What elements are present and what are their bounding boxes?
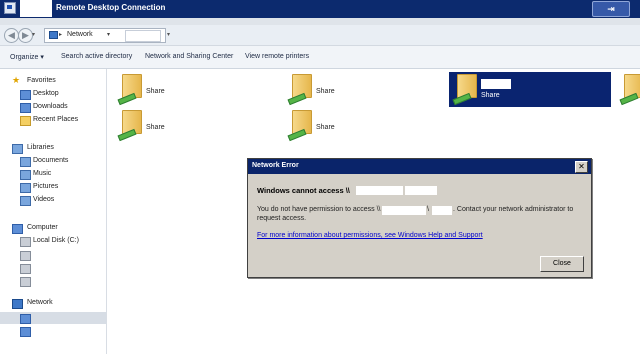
sidebar-item-pictures[interactable]: Pictures [33, 183, 58, 190]
sidebar-item-libraries[interactable]: Libraries [27, 144, 54, 151]
share-folder[interactable]: Share [114, 72, 184, 112]
forward-arrow-icon: ▶ [22, 30, 29, 40]
network-share-icon [287, 128, 307, 142]
back-button[interactable]: ◀ [4, 28, 19, 43]
network-sharing-center-button[interactable]: Network and Sharing Center [145, 53, 233, 60]
redacted-block [125, 30, 161, 42]
share-folder[interactable]: Share [284, 108, 354, 148]
redacted-block [432, 206, 452, 215]
recent-places-icon [20, 116, 31, 126]
network-error-dialog: Network Error ✕ Windows cannot access \\… [247, 158, 592, 278]
dialog-message-continued: . Contact your network administrator to [453, 206, 574, 213]
computer-icon [12, 224, 23, 234]
share-folder[interactable]: Share [114, 108, 184, 148]
search-active-directory-button[interactable]: Search active directory [61, 53, 132, 60]
view-remote-printers-button[interactable]: View remote printers [245, 53, 309, 60]
share-label: Share [146, 88, 165, 95]
network-icon [12, 299, 23, 309]
dialog-title-bar: Network Error ✕ [248, 159, 591, 174]
address-bar: ◀ ▶ ▾ ▸ Network ▾ ▾ [0, 25, 640, 46]
title-strip [0, 18, 640, 25]
organize-label: Organize [10, 54, 39, 61]
network-icon [49, 31, 58, 39]
close-button[interactable]: Close [540, 256, 584, 272]
network-drive-icon[interactable] [20, 251, 31, 261]
remote-desktop-title-bar: Remote Desktop Connection ⇥ [0, 0, 640, 18]
share-folder[interactable]: Share [284, 72, 354, 112]
recent-pages-dropdown[interactable]: ▾ [32, 31, 35, 38]
desktop-icon [20, 90, 31, 100]
local-disk-icon [20, 237, 31, 247]
redacted-block [382, 206, 426, 215]
breadcrumb-network[interactable]: Network [67, 31, 93, 38]
dialog-heading: Windows cannot access \\ [257, 186, 350, 195]
breadcrumb-dropdown-icon[interactable]: ▾ [107, 31, 110, 38]
sidebar-item-computer[interactable]: Computer [27, 224, 58, 231]
share-folder[interactable] [618, 72, 640, 112]
sidebar-item-videos[interactable]: Videos [33, 196, 54, 203]
sidebar-item-documents[interactable]: Documents [33, 157, 68, 164]
sidebar-item-desktop[interactable]: Desktop [33, 90, 59, 97]
dialog-title: Network Error [252, 162, 299, 169]
network-share-icon [452, 92, 472, 106]
sidebar-item-recent-places[interactable]: Recent Places [33, 116, 78, 123]
redacted-block [20, 0, 52, 17]
share-folder-selected[interactable]: Share [449, 72, 611, 107]
back-arrow-icon: ◀ [8, 30, 15, 40]
music-icon [20, 170, 31, 180]
forward-button[interactable]: ▶ [18, 28, 33, 43]
chevron-down-icon: ▾ [40, 54, 44, 61]
address-input[interactable]: ▸ Network ▾ [44, 28, 166, 43]
libraries-icon [12, 144, 23, 154]
sidebar-item-network[interactable]: Network [27, 299, 53, 306]
share-label: Share [481, 92, 500, 99]
window-title: Remote Desktop Connection [56, 3, 166, 12]
favorites-star-icon: ★ [12, 75, 21, 85]
network-share-icon [117, 92, 137, 106]
command-toolbar: Organize ▾ Search active directory Netwo… [0, 46, 640, 69]
network-drive-icon[interactable] [20, 264, 31, 274]
redacted-block [405, 186, 437, 195]
network-share-icon [619, 92, 639, 106]
videos-icon [20, 196, 31, 206]
restore-icon: ⇥ [607, 4, 615, 14]
dialog-message-separator: \ [427, 206, 429, 213]
remote-desktop-app-icon[interactable] [4, 2, 16, 14]
navigation-pane: ★ Favorites Desktop Downloads Recent Pla… [0, 69, 107, 354]
close-icon: ✕ [578, 162, 585, 171]
address-dropdown-icon[interactable]: ▾ [167, 31, 170, 38]
dialog-message-line2: request access. [257, 215, 307, 222]
dialog-message: You do not have permission to access \\ [257, 206, 381, 213]
sidebar-item-selected-computer[interactable] [0, 312, 106, 324]
share-label: Share [316, 124, 335, 131]
sidebar-item-downloads[interactable]: Downloads [33, 103, 68, 110]
redacted-block [356, 186, 403, 195]
help-permissions-link[interactable]: For more information about permissions, … [257, 232, 483, 239]
restore-window-button[interactable]: ⇥ [592, 1, 630, 17]
redacted-block [481, 79, 511, 89]
computer-icon[interactable] [20, 327, 31, 337]
breadcrumb-separator: ▸ [59, 32, 63, 38]
pictures-icon [20, 183, 31, 193]
sidebar-item-favorites[interactable]: Favorites [27, 77, 56, 84]
dialog-close-button[interactable]: ✕ [575, 161, 588, 173]
share-label: Share [146, 124, 165, 131]
network-drive-icon[interactable] [20, 277, 31, 287]
network-share-icon [287, 92, 307, 106]
sidebar-item-music[interactable]: Music [33, 170, 51, 177]
computer-icon [20, 314, 31, 324]
documents-icon [20, 157, 31, 167]
downloads-icon [20, 103, 31, 113]
share-label: Share [316, 88, 335, 95]
network-share-icon [117, 128, 137, 142]
sidebar-item-local-disk[interactable]: Local Disk (C:) [33, 237, 79, 244]
organize-menu[interactable]: Organize ▾ [10, 53, 44, 61]
